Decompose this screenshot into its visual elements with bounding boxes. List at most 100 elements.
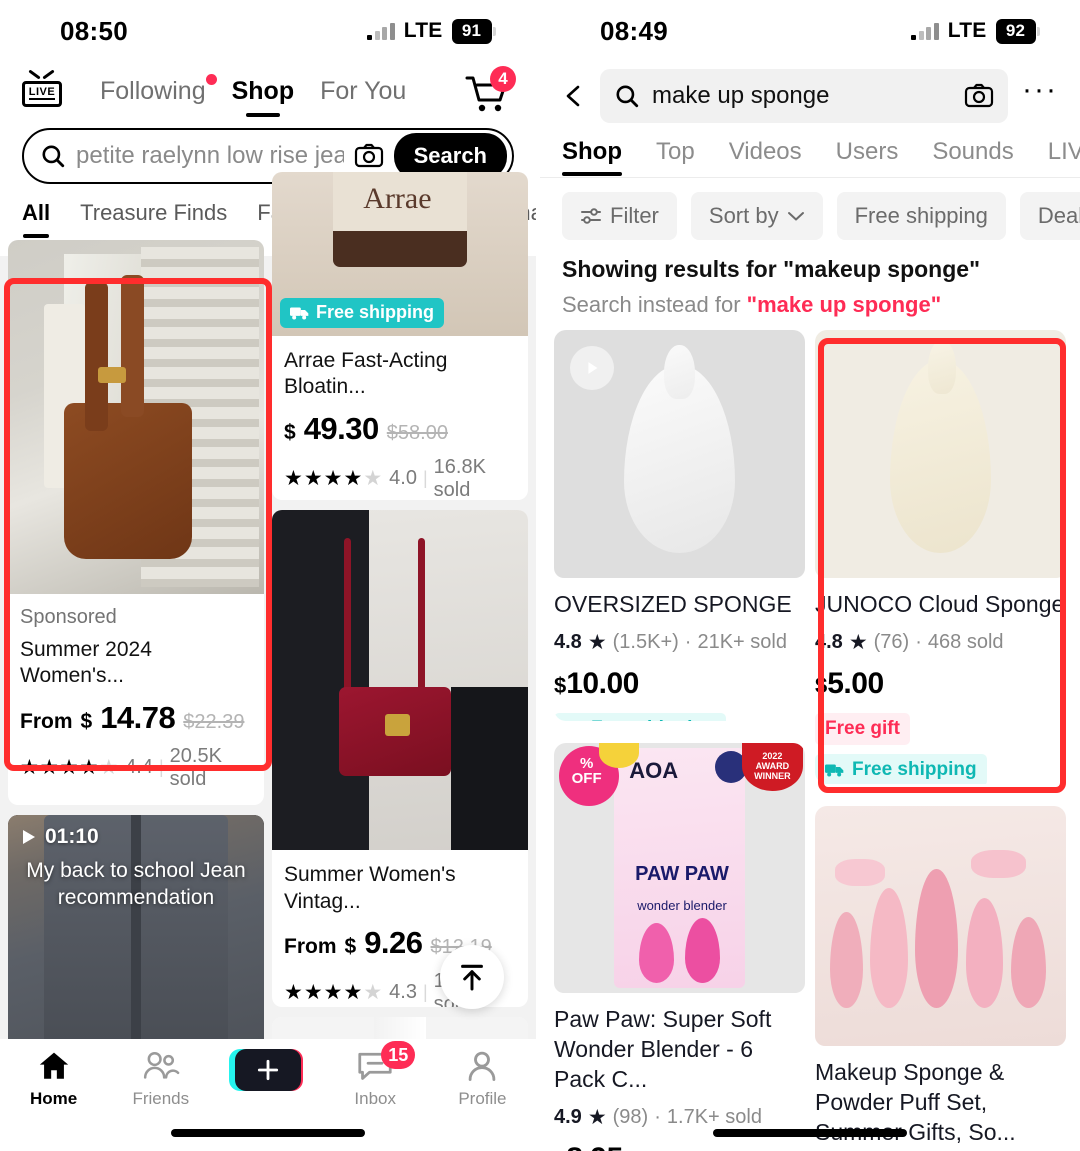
rating-separator: | (158, 757, 164, 777)
star-icon: ★ (587, 630, 607, 654)
nav-tab-following[interactable]: Following (100, 73, 217, 106)
category-tab-treasure-finds[interactable]: Treasure Finds (80, 200, 227, 226)
battery-percent: 91 (451, 18, 492, 44)
product-card-arrae[interactable]: Arrae Free shipping Arrae Fast-Acting Bl… (272, 172, 528, 501)
camera-search-icon[interactable] (354, 143, 384, 169)
camera-search-icon[interactable] (964, 83, 994, 109)
chip-free-shipping[interactable]: Free shipping (836, 192, 1006, 240)
star-icon: ★ (848, 630, 868, 654)
free-shipping-badge: Free shipping (554, 712, 726, 722)
meta-dot: · (915, 630, 922, 653)
play-icon (588, 362, 598, 374)
rating-row: ★★★★★ 4.4 | 20.5K sold (20, 745, 252, 791)
rating-separator: | (422, 982, 428, 1003)
results-summary: Showing results for "makeup sponge" Sear… (540, 240, 1080, 318)
category-tab-all[interactable]: All (22, 200, 50, 226)
product-card-puffset[interactable]: Makeup Sponge & Powder Puff Set, Summer … (815, 806, 1066, 1151)
sponsored-label: Sponsored (20, 606, 117, 628)
live-icon[interactable]: LIVE (22, 69, 62, 109)
arrow-up-to-line-icon (461, 964, 483, 991)
tab-users[interactable]: Users (836, 138, 899, 178)
tab-sounds[interactable]: Sounds (932, 138, 1013, 178)
chip-filter[interactable]: Filter (562, 192, 677, 240)
bottom-nav-friends[interactable]: Friends (107, 1049, 214, 1109)
product-image-handbag (8, 240, 264, 594)
badge-row: Free gift Free shipping Sponsored (815, 712, 1066, 785)
rating-separator: | (422, 468, 428, 488)
price-original: $22.39 (183, 710, 245, 733)
scroll-to-top-button[interactable] (440, 945, 504, 1009)
chip-free-shipping-label: Free shipping (854, 203, 988, 228)
rating-row: 4.8 ★ (1.5K+) · 21K+ sold (554, 630, 805, 655)
price-currency: $ (80, 709, 93, 733)
search-result-tabs: Shop Top Videos Users Sounds LIVE (540, 124, 1080, 178)
product-title: Arrae Fast-Acting Bloatin... (284, 349, 448, 399)
tab-shop[interactable]: Shop (562, 138, 622, 178)
sold-count: 21K+ sold (697, 630, 787, 653)
tab-videos[interactable]: Videos (729, 138, 802, 178)
chip-sort-by[interactable]: Sort by (690, 192, 823, 240)
sold-count: 468 sold (927, 630, 1004, 653)
status-indicators: LTE 92 (911, 18, 1040, 44)
product-card-highlighted[interactable]: Sponsored Summer 2024 Women's... From $ … (8, 240, 264, 805)
search-input-box[interactable]: make up sponge (600, 69, 1009, 123)
bottom-nav-inbox[interactable]: 15 Inbox (322, 1041, 429, 1109)
product-title: Summer Women's Vintag... (284, 863, 456, 913)
product-card-junoco[interactable]: JUNOCO Cloud Sponge 4.8 ★ (76) · 468 sol… (815, 330, 1066, 785)
product-image-pawpaw: AOA PAW PAW wonder blender % OFF 2022 AWAR… (554, 743, 805, 994)
video-caption: My back to school Jean recommendation (26, 858, 246, 909)
bottom-nav-home[interactable]: Home (0, 1049, 107, 1109)
product-card-vintage[interactable]: Summer Women's Vintag... From $ 9.26 $12… (272, 510, 528, 1008)
product-image-red-bag (272, 510, 528, 851)
review-count: (76) (873, 630, 910, 653)
rating-value: 4.9 (554, 1105, 582, 1128)
cart-button[interactable]: 4 (464, 66, 516, 116)
star-rating-icon: ★★★★★ (20, 756, 120, 779)
product-feed-left[interactable]: Sponsored Summer 2024 Women's... From $ … (0, 172, 536, 1151)
filter-icon (581, 208, 601, 224)
status-time: 08:49 (600, 15, 668, 46)
battery-percent: 92 (995, 18, 1036, 44)
free-shipping-label: Free shipping (852, 758, 977, 780)
chip-sort-by-label: Sort by (708, 203, 779, 228)
nav-tab-shop[interactable]: Shop (232, 77, 295, 106)
bottom-nav-create[interactable] (214, 1049, 321, 1091)
tab-top[interactable]: Top (656, 138, 695, 178)
bottom-nav-profile[interactable]: Profile (429, 1049, 536, 1109)
price-value: 5.00 (827, 666, 884, 700)
tab-live[interactable]: LIVE (1048, 138, 1080, 178)
price-value: 14.78 (100, 699, 176, 735)
search-input[interactable]: petite raelynn low rise jeans (76, 142, 344, 170)
nav-tab-for-you[interactable]: For You (320, 77, 406, 106)
product-card-oversized-sponge[interactable]: OVERSIZED SPONGE 4.8 ★ (1.5K+) · 21K+ so… (554, 330, 805, 722)
video-card-jeans[interactable]: 01:10 My back to school Jean recommendat… (8, 814, 264, 1077)
price-currency: $ (284, 420, 296, 444)
product-card-pawpaw[interactable]: AOA PAW PAW wonder blender % OFF 2022 AWAR… (554, 743, 805, 1151)
chip-deals[interactable]: Deals (1019, 192, 1080, 240)
network-label: LTE (403, 19, 443, 42)
inbox-badge-count: 15 (381, 1041, 416, 1069)
cart-badge-count: 4 (490, 66, 516, 92)
product-title: Paw Paw: Super Soft Wonder Blender - 6 P… (554, 1006, 772, 1092)
search-icon (42, 145, 65, 168)
search-instead-prefix: Search instead for (562, 292, 747, 317)
filter-chips-row: Filter Sort by Free shipping Deals (540, 178, 1080, 240)
product-feed-right[interactable]: OVERSIZED SPONGE 4.8 ★ (1.5K+) · 21K+ so… (540, 330, 1080, 1151)
nav-tab-shop-label: Shop (231, 76, 295, 105)
play-icon (23, 829, 35, 844)
video-play-button[interactable] (570, 346, 614, 390)
battery-icon: 91 (451, 18, 496, 44)
star-rating-icon: ★★★★★ (284, 467, 384, 490)
status-bar-left: 08:50 LTE 91 (0, 0, 536, 62)
search-instead-link[interactable]: "make up sponge" (747, 292, 941, 317)
back-arrow-icon[interactable] (562, 84, 586, 108)
more-options-icon[interactable]: ··· (1022, 73, 1058, 119)
signal-bars-icon (367, 22, 395, 40)
rating-value: 4.8 (815, 630, 843, 653)
rating-row: 4.9 ★ (98) · 1.7K+ sold (554, 1105, 805, 1130)
home-indicator (171, 1129, 365, 1137)
create-plus-icon[interactable] (229, 1049, 303, 1091)
search-query-text[interactable]: make up sponge (652, 82, 952, 110)
network-label: LTE (947, 19, 987, 42)
sold-count: 1.7K+ sold (666, 1105, 762, 1128)
